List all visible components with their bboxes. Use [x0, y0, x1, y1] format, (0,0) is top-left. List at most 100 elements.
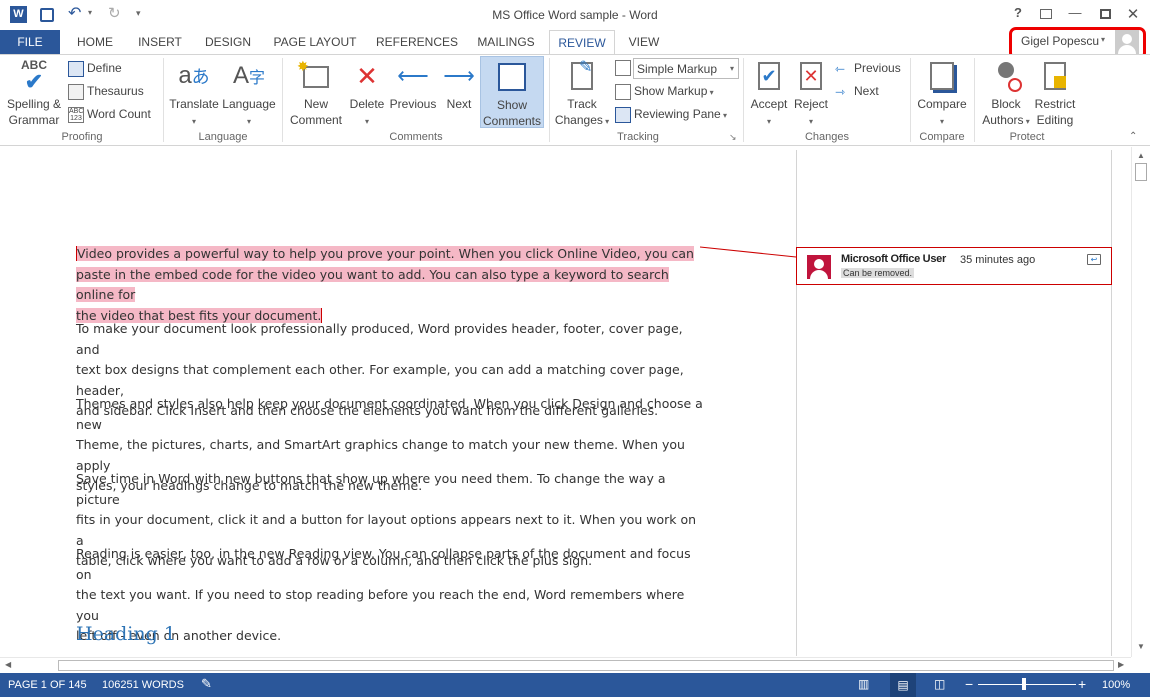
language-group-label: Language — [198, 131, 248, 143]
tab-design[interactable]: DESIGN — [200, 30, 256, 54]
translate-label: Translate — [169, 97, 219, 111]
show-markup-button[interactable]: Show Markup ▾ — [615, 81, 714, 101]
show-markup-icon — [615, 83, 631, 100]
track-changes-icon: ✎ — [553, 58, 611, 94]
highlighted-text: Video provides a powerful way to help yo… — [76, 246, 694, 261]
previous-change-button[interactable]: ⇽ Previous — [835, 58, 901, 78]
language-button[interactable]: A字 Language ▾ — [222, 58, 276, 130]
spelling-label-1: Spelling & — [6, 97, 62, 111]
highlighted-text: paste in the embed code for the video yo… — [76, 266, 669, 302]
scroll-thumb[interactable] — [1135, 163, 1147, 181]
block-authors-button[interactable]: Block Authors ▾ — [978, 58, 1034, 130]
zoom-slider-thumb[interactable] — [1022, 678, 1026, 690]
scroll-down-icon[interactable]: ▼ — [1137, 642, 1145, 651]
comment-balloon[interactable]: Microsoft Office User 35 minutes ago Can… — [796, 247, 1112, 285]
reject-button[interactable]: ✕ Reject ▾ — [791, 58, 831, 130]
zoom-out-icon[interactable]: − — [965, 676, 973, 692]
comment-text: Can be removed. — [841, 268, 915, 278]
zoom-in-icon[interactable]: + — [1078, 676, 1086, 692]
previous-comment-button[interactable]: ⟵ Previous — [389, 58, 437, 112]
comments-group-label: Comments — [389, 131, 443, 143]
proofing-group-label: Proofing — [61, 131, 103, 143]
help-icon[interactable]: ? — [1006, 5, 1030, 25]
zoom-slider[interactable] — [978, 684, 1076, 685]
restrict-editing-button[interactable]: Restrict Editing — [1032, 58, 1078, 128]
heading-1[interactable]: Heading 1 — [76, 623, 176, 645]
horizontal-scrollbar[interactable]: ◀ ▶ — [0, 657, 1131, 673]
ribbon-divider — [743, 58, 744, 142]
delete-comment-button[interactable]: ✕ Delete ▾ — [345, 58, 389, 130]
thesaurus-label: Thesaurus — [87, 84, 144, 98]
zoom-level[interactable]: 100% — [1102, 679, 1130, 691]
define-button[interactable]: Define — [68, 58, 122, 78]
accept-label: Accept — [750, 97, 788, 111]
accept-dropdown-icon: ▾ — [766, 117, 771, 126]
tracking-dialog-launcher-icon[interactable]: ↘ — [729, 132, 737, 143]
word-count[interactable]: 106251 WORDS — [102, 679, 184, 691]
user-dropdown-icon[interactable]: ▾ — [1101, 35, 1105, 44]
scroll-up-icon[interactable]: ▲ — [1137, 151, 1145, 160]
proofing-errors-icon[interactable]: ✎ — [201, 676, 212, 692]
tab-page-layout[interactable]: PAGE LAYOUT — [270, 30, 360, 54]
markup-select[interactable]: Simple Markup ▾ — [633, 58, 739, 79]
paragraph-line: Save time in Word with new buttons that … — [76, 471, 666, 507]
word-count-icon: ABC 123 — [68, 106, 84, 123]
page-count[interactable]: PAGE 1 OF 145 — [8, 679, 87, 691]
tab-file[interactable]: FILE — [0, 30, 60, 54]
print-layout-icon[interactable]: ▤ — [890, 673, 916, 697]
tab-references[interactable]: REFERENCES — [374, 30, 460, 54]
previous-change-label: Previous — [854, 61, 901, 75]
track-changes-button[interactable]: ✎ Track Changes ▾ — [553, 58, 611, 130]
reviewing-pane-label: Reviewing Pane — [634, 107, 721, 121]
minimize-button[interactable]: — — [1063, 5, 1087, 25]
word-count-label: Word Count — [87, 107, 151, 121]
accept-button[interactable]: ✔ Accept ▾ — [747, 58, 791, 130]
ribbon-tabs: FILE HOME INSERT DESIGN PAGE LAYOUT REFE… — [0, 30, 1150, 55]
track-label-2: Changes — [554, 113, 603, 127]
read-mode-icon[interactable]: ▥ — [858, 677, 869, 691]
display-for-review-icon — [615, 60, 631, 76]
vertical-scrollbar[interactable]: ▲ ▼ — [1131, 147, 1150, 657]
thesaurus-button[interactable]: Thesaurus — [68, 81, 144, 101]
tab-insert[interactable]: INSERT — [134, 30, 186, 54]
changes-group-label: Changes — [804, 131, 850, 143]
reply-comment-icon[interactable]: ↩ — [1087, 254, 1101, 265]
reviewing-pane-button[interactable]: Reviewing Pane ▾ — [615, 104, 727, 124]
next-change-button[interactable]: ⇾ Next — [835, 81, 879, 101]
reject-label: Reject — [793, 97, 828, 111]
maximize-button[interactable] — [1093, 5, 1117, 25]
tab-view[interactable]: VIEW — [622, 30, 666, 54]
close-button[interactable]: ✕ — [1121, 5, 1145, 25]
next-comment-button[interactable]: ⟶ Next — [439, 58, 479, 112]
tab-mailings[interactable]: MAILINGS — [472, 30, 540, 54]
paragraph-line: text box designs that complement each ot… — [76, 362, 684, 398]
new-comment-label-2: Comment — [289, 113, 342, 127]
compare-group-label: Compare — [919, 131, 965, 143]
tab-home[interactable]: HOME — [70, 30, 120, 54]
scroll-right-icon[interactable]: ▶ — [1118, 660, 1124, 669]
ribbon-divider — [163, 58, 164, 142]
comment-avatar — [807, 255, 831, 279]
show-comments-button[interactable]: Show Comments — [480, 56, 544, 128]
paragraph-1[interactable]: Video provides a powerful way to help yo… — [76, 244, 706, 326]
user-name[interactable]: Gigel Popescu — [1021, 34, 1099, 48]
ribbon-display-options-icon[interactable] — [1034, 5, 1058, 25]
track-dropdown-icon: ▾ — [602, 117, 610, 126]
compare-button[interactable]: Compare ▾ — [914, 58, 970, 130]
new-comment-button[interactable]: ✸ New Comment — [286, 58, 346, 128]
compare-dropdown-icon: ▾ — [939, 117, 944, 126]
collapse-ribbon-icon[interactable]: ⌃ — [1129, 131, 1137, 142]
translate-button[interactable]: aあ Translate ▾ — [168, 58, 220, 130]
word-count-button[interactable]: ABC 123 Word Count — [68, 104, 151, 124]
reject-dropdown-icon: ▾ — [808, 117, 813, 126]
accept-icon: ✔ — [747, 58, 791, 94]
horizontal-scroll-thumb[interactable] — [58, 660, 1114, 671]
paragraph-line: Theme, the pictures, charts, and SmartAr… — [76, 437, 685, 473]
show-markup-label: Show Markup — [634, 84, 708, 98]
spelling-label-2: Grammar — [8, 113, 60, 127]
scroll-left-icon[interactable]: ◀ — [5, 660, 11, 669]
spelling-grammar-button[interactable]: ABC ✔ Spelling & Grammar — [4, 58, 64, 128]
tab-review[interactable]: REVIEW — [549, 30, 615, 55]
avatar[interactable] — [1115, 30, 1139, 54]
web-layout-icon[interactable]: ◫ — [934, 677, 945, 691]
